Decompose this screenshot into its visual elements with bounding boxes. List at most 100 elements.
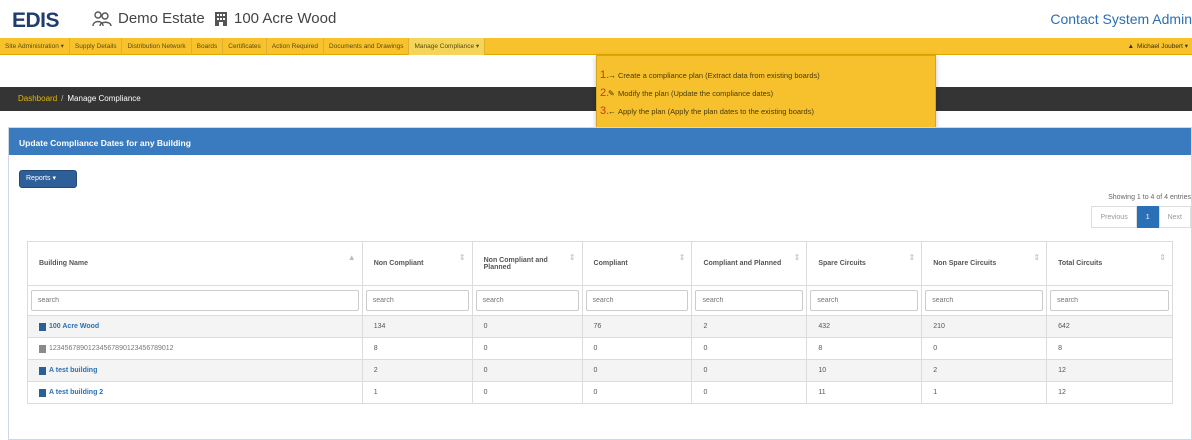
breadcrumb-separator: / xyxy=(61,94,64,103)
site-selector[interactable]: 100 Acre Wood xyxy=(214,10,336,27)
building-name-cell: A test building xyxy=(27,359,363,382)
column-label: Non Compliant xyxy=(373,260,424,267)
total-circuits-cell: 8 xyxy=(1046,337,1173,360)
menu-item-label: Apply the plan (Apply the plan dates to … xyxy=(618,106,814,116)
total-circuits-cell: 642 xyxy=(1046,315,1173,338)
header-row: Building Name ▲ Non Compliant ⇕ Non Compli… xyxy=(27,241,1173,286)
main-nav: Site Administration ▾ Supply Details Dis… xyxy=(0,38,1192,55)
nav-manage-compliance[interactable]: Manage Compliance ▾ xyxy=(409,38,486,55)
sort-asc-icon: ▲ xyxy=(347,253,356,262)
column-header-compliant[interactable]: Compliant ⇕ xyxy=(581,241,693,286)
pagination: Previous 1 Next xyxy=(1091,206,1191,228)
building-icon xyxy=(39,322,46,331)
compliant-search-input[interactable] xyxy=(585,290,689,311)
compliant-cell: 0 xyxy=(581,337,693,360)
sort-icon: ⇕ xyxy=(908,253,916,262)
filter-cell xyxy=(1046,285,1173,316)
column-label: Non Compliant and Planned xyxy=(483,256,548,271)
sort-icon: ⇕ xyxy=(1033,253,1041,262)
menu-item-apply-plan[interactable]: 3. ← Apply the plan (Apply the plan date… xyxy=(597,102,935,120)
nav-site-administration[interactable]: Site Administration ▾ xyxy=(0,38,70,55)
breadcrumb: Dashboard / Manage Compliance xyxy=(18,94,141,103)
total-circuits-search-input[interactable] xyxy=(1050,290,1169,311)
filter-cell xyxy=(361,285,473,316)
menu-item-label: Modify the plan (Update the compliance d… xyxy=(618,88,774,98)
column-header-spare-circuits[interactable]: Spare Circuits ⇕ xyxy=(806,241,923,286)
building-icon xyxy=(39,344,46,353)
non-compliant-planned-cell: 0 xyxy=(471,359,583,382)
building-name-cell: 12345678901234567890123456789012 xyxy=(27,337,363,360)
column-header-compliant-planned[interactable]: Compliant and Planned ⇕ xyxy=(691,241,808,286)
non-compliant-cell: 1 xyxy=(361,381,473,404)
menu-item-label: Create a compliance plan (Extract data f… xyxy=(618,70,820,80)
spare-circuits-cell: 10 xyxy=(806,359,923,382)
nav-certificates[interactable]: Certificates xyxy=(223,38,267,55)
building-link[interactable]: A test building xyxy=(39,366,351,375)
sort-icon: ⇕ xyxy=(458,253,466,262)
building-link[interactable]: A test building 2 xyxy=(39,388,351,397)
building-name-search-input[interactable] xyxy=(31,290,359,311)
building-name-cell: A test building 2 xyxy=(27,381,363,404)
logo-letter-e: E xyxy=(12,9,26,32)
nav-boards[interactable]: Boards xyxy=(192,38,224,55)
column-header-non-compliant-planned[interactable]: Non Compliant and Planned ⇕ xyxy=(471,241,583,286)
table-row: 100 Acre Wood 134 0 76 2 432 210 642 xyxy=(27,315,1173,338)
nav-supply-details[interactable]: Supply Details xyxy=(70,38,123,55)
compliant-cell: 0 xyxy=(581,359,693,382)
arrow-right-icon: → xyxy=(608,70,616,80)
compliant-planned-cell: 0 xyxy=(691,359,808,382)
user-name: Michael Joubert ▾ xyxy=(1137,43,1188,50)
edis-logo[interactable]: EDIS xyxy=(12,9,60,33)
non-compliant-cell: 2 xyxy=(361,359,473,382)
sort-icon: ⇕ xyxy=(1159,253,1166,262)
sort-icon: ⇕ xyxy=(793,253,801,262)
menu-item-modify-plan[interactable]: 2. ✎ Modify the plan (Update the complia… xyxy=(597,84,935,102)
table-row: A test building 2 0 0 0 10 2 12 xyxy=(27,359,1173,382)
pagination-previous[interactable]: Previous xyxy=(1091,206,1137,228)
non-compliant-planned-search-input[interactable] xyxy=(475,290,579,311)
non-compliant-planned-cell: 0 xyxy=(471,381,583,404)
reports-button[interactable]: Reports ▾ xyxy=(19,170,77,188)
estate-name: Demo Estate xyxy=(118,10,205,27)
nav-documents-and-drawings[interactable]: Documents and Drawings xyxy=(324,38,410,55)
total-circuits-cell: 12 xyxy=(1046,359,1173,382)
non-spare-circuits-search-input[interactable] xyxy=(925,290,1044,311)
compliant-planned-search-input[interactable] xyxy=(695,290,804,311)
non-compliant-search-input[interactable] xyxy=(365,290,469,311)
pagination-page-1[interactable]: 1 xyxy=(1136,206,1159,228)
estate-selector[interactable]: Demo Estate xyxy=(92,10,205,27)
column-header-total-circuits[interactable]: Total Circuits ⇕ xyxy=(1046,241,1173,286)
non-compliant-planned-cell: 0 xyxy=(471,337,583,360)
column-header-non-compliant[interactable]: Non Compliant ⇕ xyxy=(361,241,473,286)
total-circuits-cell: 12 xyxy=(1046,381,1173,404)
non-spare-circuits-cell: 2 xyxy=(921,359,1048,382)
breadcrumb-dashboard-link[interactable]: Dashboard xyxy=(18,94,57,103)
column-label: Spare Circuits xyxy=(818,260,866,267)
filter-cell xyxy=(27,285,363,316)
menu-item-create-plan[interactable]: 1. → Create a compliance plan (Extract d… xyxy=(597,66,935,84)
filter-cell xyxy=(691,285,808,316)
nav-distribution-network[interactable]: Distribution Network xyxy=(122,38,192,55)
nav-action-required[interactable]: Action Required xyxy=(267,38,325,55)
building-link[interactable]: 100 Acre Wood xyxy=(39,322,351,331)
non-compliant-cell: 8 xyxy=(361,337,473,360)
non-compliant-cell: 134 xyxy=(361,315,473,338)
site-name: 100 Acre Wood xyxy=(234,10,337,27)
step-number: 3. xyxy=(600,105,610,117)
compliant-cell: 76 xyxy=(581,315,693,338)
spare-circuits-search-input[interactable] xyxy=(810,290,919,311)
pagination-next[interactable]: Next xyxy=(1158,206,1191,228)
entries-info: Showing 1 to 4 of 4 entries xyxy=(1108,194,1191,201)
compliant-cell: 0 xyxy=(581,381,693,404)
spare-circuits-cell: 11 xyxy=(806,381,923,404)
spare-circuits-cell: 432 xyxy=(806,315,923,338)
user-menu[interactable]: ▲ Michael Joubert ▾ xyxy=(1128,38,1188,55)
column-header-non-spare-circuits[interactable]: Non Spare Circuits ⇕ xyxy=(921,241,1048,286)
column-header-building-name[interactable]: Building Name ▲ xyxy=(27,241,363,286)
building-icon xyxy=(215,11,227,26)
filter-cell xyxy=(471,285,583,316)
step-number: 1. xyxy=(600,69,610,81)
contact-system-admin-link[interactable]: Contact System Admin xyxy=(1050,11,1192,27)
building-name: 100 Acre Wood xyxy=(49,323,100,330)
manage-compliance-dropdown: 1. → Create a compliance plan (Extract d… xyxy=(596,55,936,128)
